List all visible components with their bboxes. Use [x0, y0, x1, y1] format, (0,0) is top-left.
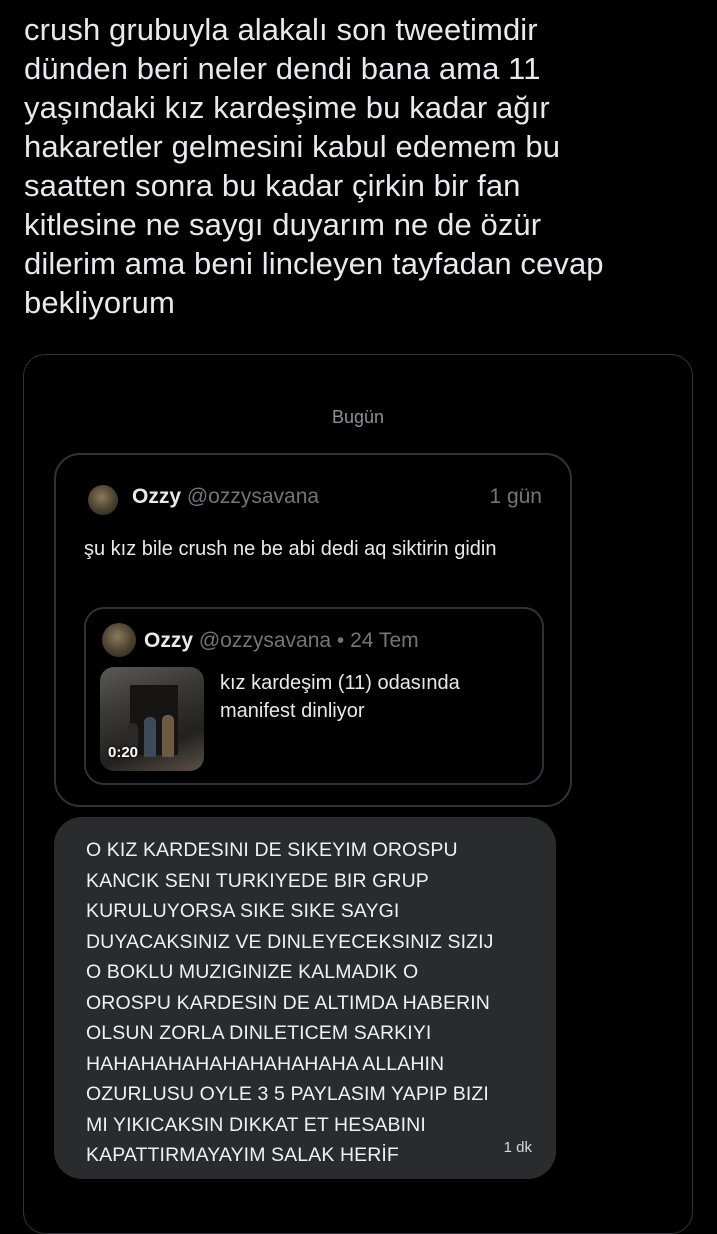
- message-text: O KIZ KARDESINI DE SIKEYIM OROSPU KANCIK…: [86, 839, 494, 1166]
- tweet-author-row: Ozzy @ozzysavana: [132, 485, 319, 509]
- message-timestamp: 1 dk: [503, 1139, 532, 1156]
- quoted-tweet-text: kız kardeşim (11) odasında manifest dinl…: [220, 672, 460, 722]
- day-label: Bugün: [331, 407, 385, 427]
- dot-separator: •: [336, 629, 345, 652]
- person-figure: [162, 715, 174, 757]
- dm-screenshot-card: Bugün Ozzy @ozzysavana 1 gün şu kız bile…: [23, 354, 693, 1234]
- quoted-date: 24 Tem: [350, 629, 419, 652]
- author-handle[interactable]: @ozzysavana: [187, 485, 319, 508]
- avatar[interactable]: [88, 485, 118, 515]
- shared-tweet-text: şu kız bile crush ne be abi dedi aq sikt…: [84, 538, 497, 560]
- quoted-avatar: [102, 623, 136, 657]
- message-bubble[interactable]: O KIZ KARDESINI DE SIKEYIM OROSPU KANCIK…: [54, 817, 556, 1179]
- shared-tweet-card[interactable]: Ozzy @ozzysavana 1 gün şu kız bile crush…: [54, 453, 572, 807]
- quoted-tweet-card[interactable]: Ozzy @ozzysavana • 24 Tem 0:20 kız karde…: [84, 607, 544, 785]
- video-duration: 0:20: [108, 744, 139, 761]
- person-figure: [144, 717, 156, 757]
- quoted-author-row: Ozzy @ozzysavana • 24 Tem: [144, 629, 419, 653]
- quoted-display-name: Ozzy: [144, 629, 194, 652]
- tweet-text: crush grubuyla alakalı son tweetimdir dü…: [24, 12, 604, 320]
- author-display-name[interactable]: Ozzy: [132, 485, 181, 508]
- tweet-timestamp: 1 gün: [489, 485, 542, 508]
- video-thumbnail[interactable]: 0:20: [100, 667, 204, 771]
- quoted-handle: @ozzysavana: [198, 629, 332, 652]
